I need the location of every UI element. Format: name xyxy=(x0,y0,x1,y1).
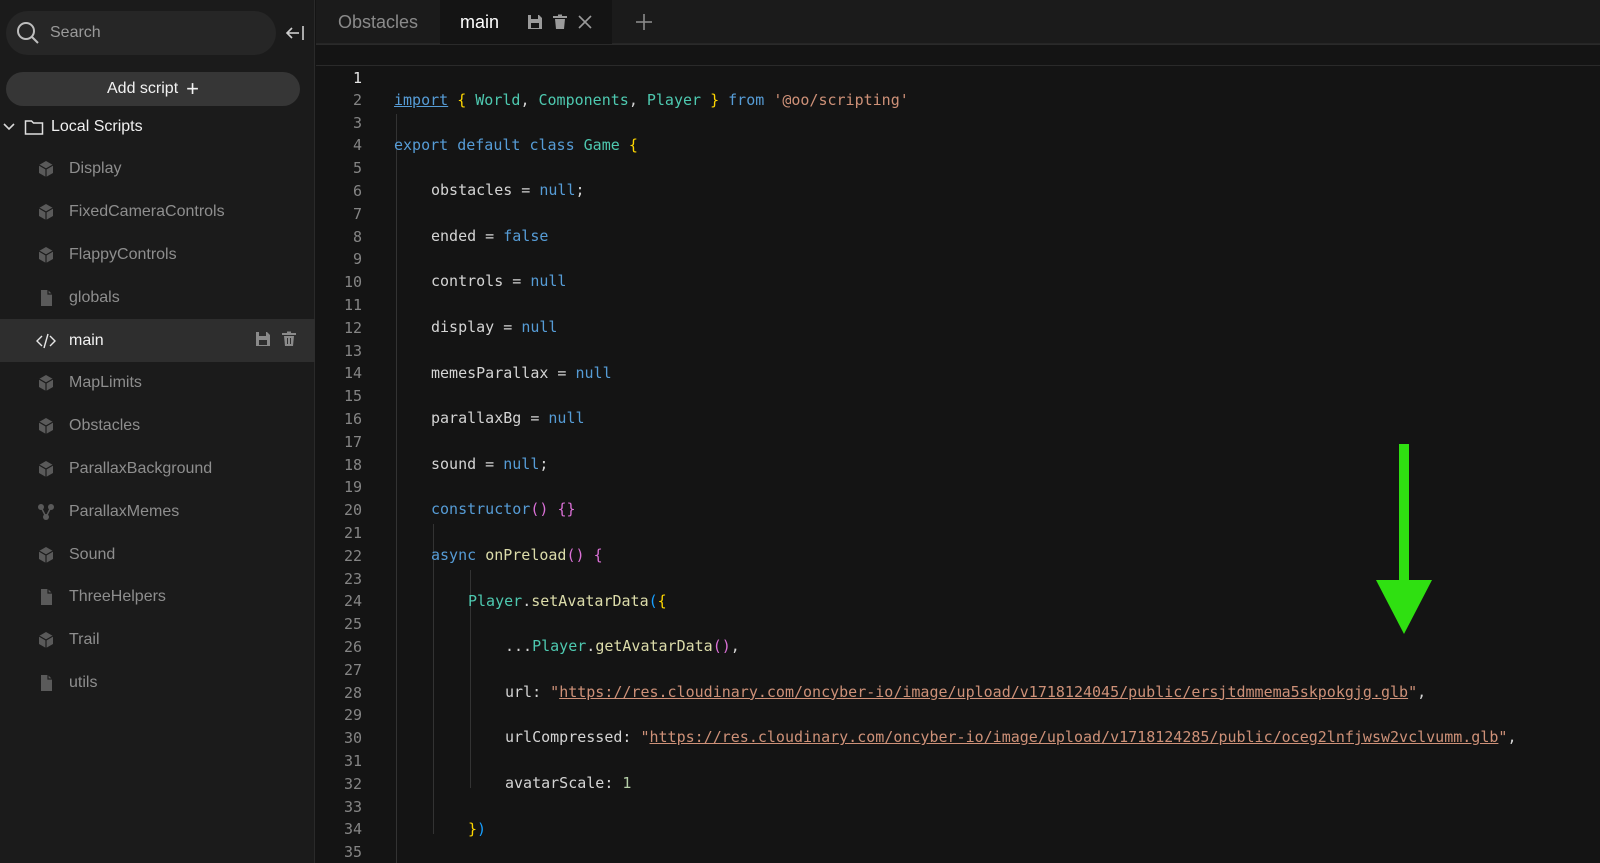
code-line: 31 avatarScale: 1 xyxy=(316,728,1600,792)
file-item-utils[interactable]: utils xyxy=(0,662,315,705)
code-line: 4 xyxy=(316,112,1600,154)
file-item-sound[interactable]: Sound xyxy=(0,533,315,576)
file-label: main xyxy=(69,331,104,349)
code-line: 30 xyxy=(316,705,1600,747)
search-input[interactable]: Search xyxy=(6,11,276,55)
file-icon xyxy=(41,289,52,306)
file-item-flappycontrols[interactable]: FlappyControls xyxy=(0,234,315,277)
code-line: 15 parallaxBg = null xyxy=(316,363,1600,427)
code-line: 28 xyxy=(316,660,1600,702)
file-list: Display FixedCameraControls FlappyContro… xyxy=(0,148,315,704)
nodes-icon xyxy=(38,503,54,520)
code-line: 32 xyxy=(316,751,1600,793)
code-line: 12 xyxy=(316,295,1600,337)
code-line: 13 memesParallax = null xyxy=(316,318,1600,382)
add-script-button[interactable]: Add script + xyxy=(6,72,300,106)
code-line: 2 xyxy=(316,67,1600,109)
close-icon[interactable] xyxy=(577,14,593,30)
file-label: utils xyxy=(69,673,98,691)
code-line: 3 export default class Game { xyxy=(316,90,1600,154)
file-item-parallaxmemes[interactable]: ParallaxMemes xyxy=(0,490,315,533)
code-line: 16 xyxy=(316,386,1600,428)
cube-icon xyxy=(38,246,54,263)
code-line: 10 xyxy=(316,249,1600,291)
save-icon[interactable] xyxy=(255,331,271,347)
file-label: ThreeHelpers xyxy=(69,588,166,606)
file-icon xyxy=(41,674,52,691)
cube-icon xyxy=(38,161,54,178)
code-line: 33 }) xyxy=(316,774,1600,838)
cube-icon xyxy=(38,204,54,221)
add-tab-icon[interactable] xyxy=(632,10,656,34)
line-number: 35 xyxy=(343,843,362,862)
code-line: 8 xyxy=(316,204,1600,246)
file-label: MapLimits xyxy=(69,374,142,392)
code-line: 35 } xyxy=(316,819,1600,861)
code-line: 5 obstacles = null; xyxy=(316,135,1600,199)
arrow-down-icon xyxy=(1376,444,1432,634)
tab-obstacles[interactable]: Obstacles xyxy=(316,0,440,44)
file-label: FixedCameraControls xyxy=(69,203,225,221)
code-line: 1 import { World, Components, Player } f… xyxy=(316,44,1600,109)
file-label: Sound xyxy=(69,545,116,563)
tab-label: main xyxy=(460,11,500,32)
cube-icon xyxy=(38,418,54,435)
file-label: FlappyControls xyxy=(69,245,177,263)
save-icon[interactable] xyxy=(527,14,543,30)
file-item-globals[interactable]: globals xyxy=(0,276,315,319)
code-line: 29 urlCompressed: "https://res.cloudinar… xyxy=(316,682,1600,746)
file-item-obstacles[interactable]: Obstacles xyxy=(0,405,315,448)
file-icon xyxy=(41,589,52,606)
sidebar: Search Add script + Local Scripts Displa… xyxy=(0,0,315,863)
file-actions xyxy=(255,331,297,347)
add-script-label: Add script xyxy=(107,80,179,97)
trash-icon[interactable] xyxy=(281,331,297,347)
plus-icon: + xyxy=(186,76,199,101)
file-item-display[interactable]: Display xyxy=(0,148,315,191)
search-icon xyxy=(17,22,39,44)
file-label: ParallaxMemes xyxy=(69,502,180,520)
folder-label: Local Scripts xyxy=(51,118,143,135)
file-item-fixedcameracontrols[interactable]: FixedCameraControls xyxy=(0,191,315,234)
code-line: 7 ended = false xyxy=(316,181,1600,245)
code-line: 34 xyxy=(316,796,1600,838)
folder-local-scripts[interactable]: Local Scripts xyxy=(0,112,315,142)
cube-icon xyxy=(38,375,54,392)
tab-label: Obstacles xyxy=(337,11,419,32)
search-placeholder: Search xyxy=(50,24,101,41)
code-line: 17 sound = null; xyxy=(316,409,1600,473)
file-item-threehelpers[interactable]: ThreeHelpers xyxy=(0,576,315,619)
code-line: 6 xyxy=(316,158,1600,200)
file-item-trail[interactable]: Trail xyxy=(0,619,315,662)
file-label: Display xyxy=(69,160,122,178)
cube-icon xyxy=(38,546,54,563)
tab-main[interactable]: main xyxy=(440,0,612,44)
file-item-main[interactable]: main xyxy=(0,319,315,362)
code-line: 11 display = null xyxy=(316,272,1600,336)
file-item-maplimits[interactable]: MapLimits xyxy=(0,362,315,405)
file-item-parallaxbackground[interactable]: ParallaxBackground xyxy=(0,448,315,491)
code-line: 9 controls = null xyxy=(316,226,1600,290)
folder-icon xyxy=(24,120,44,135)
file-label: globals xyxy=(69,288,120,306)
tab-actions xyxy=(527,14,593,30)
file-label: Trail xyxy=(69,631,100,649)
code-icon xyxy=(36,333,56,348)
collapse-sidebar-icon[interactable] xyxy=(284,22,306,44)
code-line: 14 xyxy=(316,340,1600,382)
file-label: ParallaxBackground xyxy=(69,459,213,477)
tab-bar: Obstacles main xyxy=(316,0,1600,44)
cube-icon xyxy=(38,632,54,649)
file-label: Obstacles xyxy=(69,417,141,435)
cube-icon xyxy=(38,460,54,477)
chevron-down-icon xyxy=(3,123,15,131)
trash-icon[interactable] xyxy=(552,14,568,30)
